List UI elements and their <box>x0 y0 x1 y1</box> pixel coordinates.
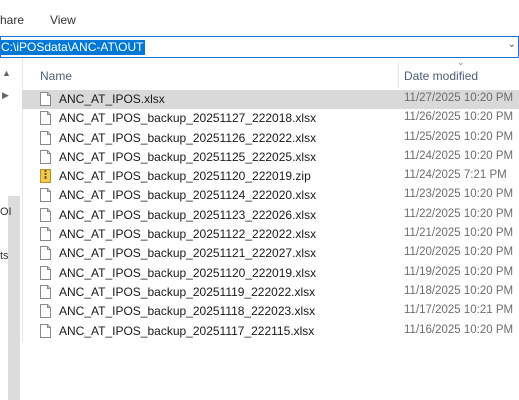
file-name[interactable]: ANC_AT_IPOS_backup_20251127_222018.xlsx <box>59 111 316 125</box>
file-row[interactable]: ANC_AT_IPOS_backup_20251117_222115.xlsx 1… <box>22 322 519 341</box>
file-row[interactable]: ANC_AT_IPOS_backup_20251127_222018.xlsx 1… <box>22 109 519 128</box>
column-header-name[interactable]: Name <box>40 69 72 83</box>
file-date-modified: 11/18/2025 10:20 PM <box>404 284 514 297</box>
file-name[interactable]: ANC_AT_IPOS_backup_20251118_222023.xlsx <box>59 304 315 318</box>
file-row[interactable]: ANC_AT_IPOS_backup_20251123_222026.xlsx 1… <box>22 206 519 225</box>
file-name[interactable]: ANC_AT_IPOS_backup_20251117_222115.xlsx <box>59 324 314 338</box>
file-list: ANC_AT_IPOS.xlsx 11/27/2025 10:20 PM ANC_A… <box>22 90 519 341</box>
file-date-modified: 11/25/2025 10:20 PM <box>404 130 514 143</box>
nav-item-fragment[interactable]: ts <box>0 250 9 262</box>
file-name[interactable]: ANC_AT_IPOS.xlsx <box>59 92 165 106</box>
nav-item-fragment[interactable]: OI <box>0 206 12 218</box>
file-row[interactable]: ANC_AT_IPOS.xlsx 11/27/2025 10:20 PM <box>22 90 519 110</box>
file-name[interactable]: ANC_AT_IPOS_backup_20251120_222019.zip <box>59 169 311 183</box>
file-date-modified: 11/22/2025 10:20 PM <box>404 207 514 220</box>
chevron-down-icon[interactable]: ⌄ <box>508 39 516 50</box>
file-name[interactable]: ANC_AT_IPOS_backup_20251120_222019.xlsx <box>59 266 316 280</box>
file-row[interactable]: ANC_AT_IPOS_backup_20251124_222020.xlsx 1… <box>22 186 519 205</box>
file-date-modified: 11/27/2025 10:20 PM <box>404 92 514 104</box>
address-bar[interactable]: C:\iPOSdata\ANC-AT\OUT ⌄ <box>0 36 519 58</box>
column-header-date-modified[interactable]: Date modified <box>404 69 478 83</box>
chevron-right-icon[interactable]: ▶ <box>2 90 9 101</box>
file-row[interactable]: ANC_AT_IPOS_backup_20251121_222027.xlsx 1… <box>22 244 519 263</box>
tab-share[interactable]: Share <box>0 13 24 27</box>
file-name[interactable]: ANC_AT_IPOS_backup_20251119_222022.xlsx <box>59 285 315 299</box>
file-name[interactable]: ANC_AT_IPOS_backup_20251124_222020.xlsx <box>59 188 316 202</box>
sort-indicator-icon: ⌄ <box>457 57 465 67</box>
file-name[interactable]: ANC_AT_IPOS_backup_20251126_222022.xlsx <box>59 131 316 145</box>
file-date-modified: 11/26/2025 10:20 PM <box>404 111 514 124</box>
file-date-modified: 11/23/2025 10:20 PM <box>404 188 514 201</box>
tab-view[interactable]: View <box>50 13 76 27</box>
file-date-modified: 11/20/2025 10:20 PM <box>404 246 514 259</box>
file-date-modified: 11/24/2025 7:21 PM <box>404 169 507 182</box>
nav-scrollbar[interactable] <box>8 196 20 400</box>
column-divider[interactable] <box>398 62 399 88</box>
file-date-modified: 11/16/2025 10:20 PM <box>404 323 514 336</box>
file-row[interactable]: ANC_AT_IPOS_backup_20251118_222023.xlsx 1… <box>22 302 519 321</box>
file-row[interactable]: ANC_AT_IPOS_backup_20251119_222022.xlsx 1… <box>22 283 519 302</box>
file-name[interactable]: ANC_AT_IPOS_backup_20251122_222022.xlsx <box>59 227 316 241</box>
file-date-modified: 11/19/2025 10:20 PM <box>404 265 514 278</box>
file-name[interactable]: ANC_AT_IPOS_backup_20251125_222025.xlsx <box>59 150 316 164</box>
ribbon-tabs: Share View <box>0 0 519 36</box>
file-date-modified: 11/17/2025 10:21 PM <box>404 304 514 317</box>
file-row[interactable]: ANC_AT_IPOS_backup_20251120_222019.zip 11… <box>22 167 519 186</box>
file-row[interactable]: ANC_AT_IPOS_backup_20251125_222025.xlsx 1… <box>22 148 519 167</box>
file-name[interactable]: ANC_AT_IPOS_backup_20251121_222027.xlsx <box>59 246 316 260</box>
file-date-modified: 11/24/2025 10:20 PM <box>404 149 514 162</box>
file-date-modified: 11/21/2025 10:20 PM <box>404 227 514 240</box>
chevron-up-icon[interactable]: ▲ <box>2 68 11 78</box>
file-name[interactable]: ANC_AT_IPOS_backup_20251123_222026.xlsx <box>59 208 316 222</box>
address-path[interactable]: C:\iPOSdata\ANC-AT\OUT <box>1 40 146 55</box>
column-header: ⌄ Name Date modified <box>22 57 519 88</box>
file-row[interactable]: ANC_AT_IPOS_backup_20251120_222019.xlsx 1… <box>22 264 519 283</box>
file-row[interactable]: ANC_AT_IPOS_backup_20251122_222022.xlsx 1… <box>22 225 519 244</box>
file-row[interactable]: ANC_AT_IPOS_backup_20251126_222022.xlsx 1… <box>22 129 519 148</box>
navigation-pane: ▲ ▶ OI ts <box>0 58 23 400</box>
